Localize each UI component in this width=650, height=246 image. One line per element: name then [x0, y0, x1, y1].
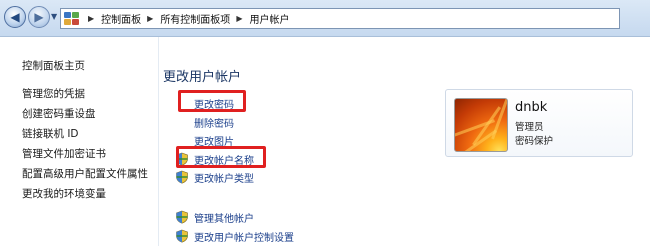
nav-divider — [158, 37, 159, 246]
forward-arrow-icon: ▶ — [34, 10, 44, 24]
forward-button[interactable]: ▶ — [28, 6, 50, 28]
control-panel-icon — [64, 11, 82, 26]
page-title: 更改用户帐户 — [163, 70, 242, 85]
breadcrumb-separator-icon[interactable]: ▶ — [147, 14, 153, 23]
breadcrumb-user-accounts[interactable]: 用户帐户 — [249, 11, 289, 26]
nav-change-environment-variables[interactable]: 更改我的环境变量 — [22, 186, 106, 201]
nav-manage-credentials[interactable]: 管理您的凭据 — [22, 86, 85, 101]
breadcrumb-separator-icon[interactable]: ▶ — [236, 14, 242, 23]
history-dropdown-icon[interactable]: ▼ — [51, 12, 57, 21]
nav-advanced-profile-properties[interactable]: 配置高级用户配置文件属性 — [22, 166, 148, 181]
nav-create-password-reset-disk[interactable]: 创建密码重设盘 — [22, 106, 96, 121]
task-change-account-type[interactable]: 更改帐户类型 — [194, 170, 254, 185]
highlight-box-change-account-name — [176, 146, 266, 168]
back-arrow-icon: ◀ — [10, 10, 20, 24]
highlight-box-change-password — [178, 90, 246, 112]
uac-shield-icon — [176, 210, 188, 224]
back-button[interactable]: ◀ — [4, 6, 26, 28]
address-toolbar: ◀ ▶ ▼ ▶ 控制面板 ▶ 所有控制面板项 ▶ 用户帐户 — [0, 0, 650, 37]
breadcrumb-all-items[interactable]: 所有控制面板项 — [160, 11, 230, 26]
account-role: 管理员 — [515, 122, 544, 133]
account-name: dnbk — [515, 100, 548, 115]
avatar — [454, 98, 508, 152]
breadcrumb-control-panel[interactable]: 控制面板 — [101, 11, 141, 26]
task-remove-password[interactable]: 删除密码 — [194, 115, 234, 130]
task-change-uac-settings[interactable]: 更改用户帐户控制设置 — [194, 229, 294, 244]
uac-shield-icon — [176, 170, 188, 184]
uac-shield-icon — [176, 229, 188, 243]
task-manage-other-accounts[interactable]: 管理其他帐户 — [194, 210, 254, 225]
breadcrumb-separator-icon[interactable]: ▶ — [88, 14, 94, 23]
nav-link-online-id[interactable]: 链接联机 ID — [22, 126, 79, 141]
nav-control-panel-home[interactable]: 控制面板主页 — [22, 58, 85, 73]
address-field[interactable]: ▶ 控制面板 ▶ 所有控制面板项 ▶ 用户帐户 — [60, 8, 620, 29]
account-password-status: 密码保护 — [515, 136, 554, 147]
nav-manage-encryption-certs[interactable]: 管理文件加密证书 — [22, 146, 106, 161]
